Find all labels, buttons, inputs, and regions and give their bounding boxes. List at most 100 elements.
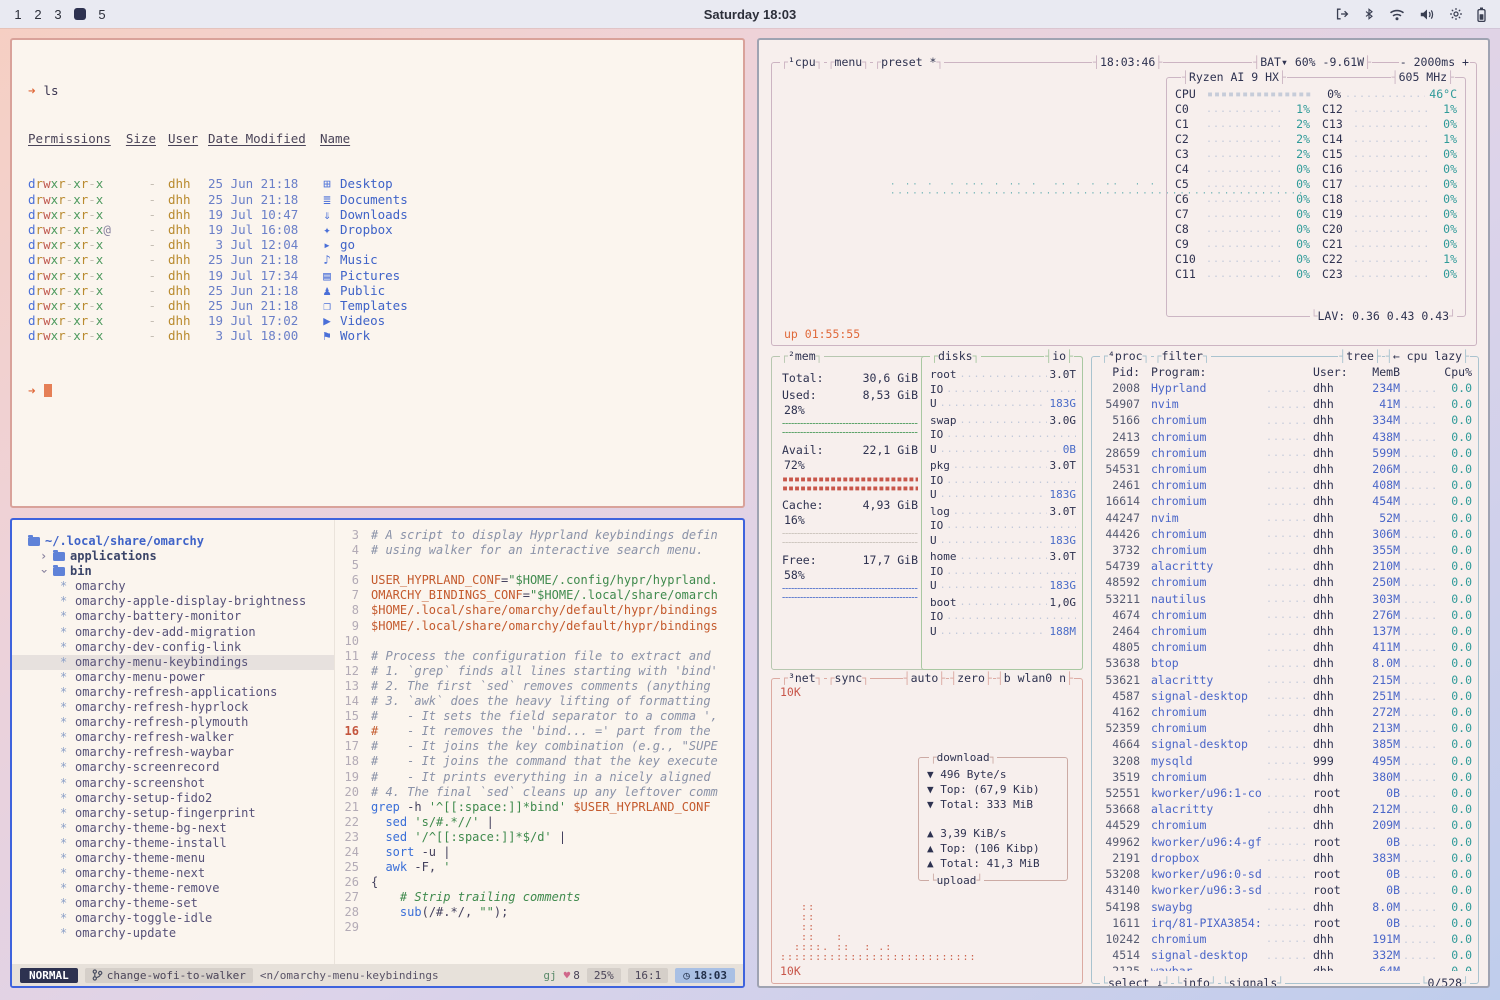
tree-file-item[interactable]: *omarchy-dev-add-migration	[12, 625, 334, 640]
process-row[interactable]: 16614chromium...........................…	[1098, 494, 1472, 510]
net-toggle-zero[interactable]: zero	[949, 671, 993, 686]
code-line[interactable]: 7OMARCHY_BINDINGS_CONF="$HOME/.local/sha…	[335, 588, 743, 603]
code-line[interactable]: 4# using walker for an interactive searc…	[335, 543, 743, 558]
code-line[interactable]: 11# Process the configuration file to ex…	[335, 649, 743, 664]
process-row[interactable]: 10242chromium...........................…	[1098, 932, 1472, 948]
process-row[interactable]: 53668alacritty..........................…	[1098, 802, 1472, 818]
code-line[interactable]: 29	[335, 920, 743, 935]
code-line[interactable]: 20# 4. The final `sed` cleans up any lef…	[335, 785, 743, 800]
process-row[interactable]: 53208kworker/u96:0-sd...................…	[1098, 867, 1472, 883]
tree-file-item[interactable]: *omarchy-setup-fido2	[12, 791, 334, 806]
process-row[interactable]: 3732chromium............................…	[1098, 543, 1472, 559]
file-name[interactable]: ✦Dropbox	[320, 222, 727, 237]
cpu-tab-0[interactable]: ¹cpu	[780, 55, 824, 70]
proc-footer-select[interactable]: select ↓	[1100, 976, 1171, 988]
code-line[interactable]: 24 sort -u |	[335, 845, 743, 860]
tree-file-item[interactable]: *omarchy-setup-fingerprint	[12, 806, 334, 821]
code-line[interactable]: 28 sub(/#.*/, "");	[335, 905, 743, 920]
process-row[interactable]: 1611irq/81-PIXA3854:....................…	[1098, 916, 1472, 932]
tree-file-item[interactable]: *omarchy-menu-keybindings	[12, 655, 334, 670]
tree-file-item[interactable]: *omarchy-refresh-walker	[12, 730, 334, 745]
process-row[interactable]: 4514signal-desktop......................…	[1098, 948, 1472, 964]
file-name[interactable]: ⇓Downloads	[320, 207, 727, 222]
process-row[interactable]: 53638btop...............................…	[1098, 656, 1472, 672]
code-line[interactable]: 5	[335, 558, 743, 573]
process-row[interactable]: 43140kworker/u96:3-sd...................…	[1098, 883, 1472, 899]
code-line[interactable]: 23 sed '/^[[:space:]]*$/d' |	[335, 830, 743, 845]
code-line[interactable]: 6USER_HYPRLAND_CONF="$HOME/.config/hypr/…	[335, 573, 743, 588]
file-name[interactable]: ⊞Desktop	[320, 176, 727, 191]
workspace-item-1[interactable]: 1	[14, 7, 22, 22]
process-row[interactable]: 4674chromium............................…	[1098, 608, 1472, 624]
process-row[interactable]: 49962kworker/u96:4-gf...................…	[1098, 835, 1472, 851]
file-name[interactable]: ⚑Work	[320, 328, 727, 343]
tree-file-item[interactable]: *omarchy-dev-config-link	[12, 640, 334, 655]
tree-file-item[interactable]: *omarchy-screenrecord	[12, 760, 334, 775]
process-row[interactable]: 54531chromium...........................…	[1098, 462, 1472, 478]
tree-folder-bin[interactable]: ›bin	[12, 564, 334, 579]
mem-tab[interactable]: ²mem	[780, 349, 824, 364]
process-row[interactable]: 53211nautilus...........................…	[1098, 592, 1472, 608]
terminal-prompt-line-2[interactable]: ➜	[28, 383, 727, 399]
settings-icon[interactable]	[1449, 7, 1463, 21]
code-line[interactable]: 26{	[335, 875, 743, 890]
tree-file-item[interactable]: *omarchy-apple-display-brightness	[12, 594, 334, 609]
tree-file-item[interactable]: *omarchy-refresh-hyprlock	[12, 700, 334, 715]
process-row[interactable]: 48592chromium...........................…	[1098, 575, 1472, 591]
code-line[interactable]: 15# - It sets the field separator to a c…	[335, 709, 743, 724]
battery-icon[interactable]	[1477, 7, 1486, 22]
code-line[interactable]: 14# 3. `awk` does the heavy lifting of f…	[335, 694, 743, 709]
process-row[interactable]: 2413chromium............................…	[1098, 430, 1472, 446]
proc-control-0[interactable]: tree	[1338, 349, 1382, 364]
process-row[interactable]: 2464chromium............................…	[1098, 624, 1472, 640]
tree-file-item[interactable]: *omarchy-theme-next	[12, 866, 334, 881]
code-line[interactable]: 16# - It removes the 'bind... =' part fr…	[335, 724, 743, 739]
code-line[interactable]: 18# - It joins the command that the key …	[335, 754, 743, 769]
net-tab-sync[interactable]: sync	[827, 671, 871, 686]
code-line[interactable]: 27 # Strip trailing comments	[335, 890, 743, 905]
tree-file-item[interactable]: *omarchy-battery-monitor	[12, 609, 334, 624]
tree-file-item[interactable]: *omarchy-theme-install	[12, 836, 334, 851]
workspace-item-3[interactable]: 3	[54, 7, 62, 22]
code-line[interactable]: 3# A script to display Hyprland keybindi…	[335, 528, 743, 543]
process-row[interactable]: 3519chromium............................…	[1098, 770, 1472, 786]
process-row[interactable]: 4664signal-desktop......................…	[1098, 737, 1472, 753]
code-line[interactable]: 25 awk -F, '	[335, 860, 743, 875]
tree-file-item[interactable]: *omarchy-refresh-applications	[12, 685, 334, 700]
tree-file-item[interactable]: *omarchy-update	[12, 926, 334, 941]
process-row[interactable]: 2008Hyprland............................…	[1098, 381, 1472, 397]
code-line[interactable]: 12# 1. `grep` finds all lines starting w…	[335, 664, 743, 679]
proc-footer-signals[interactable]: signals	[1221, 976, 1285, 988]
process-row[interactable]: 54198swaybg.............................…	[1098, 900, 1472, 916]
tree-file-item[interactable]: *omarchy-refresh-waybar	[12, 745, 334, 760]
cpu-tab-2[interactable]: preset *	[873, 55, 944, 70]
process-row[interactable]: 2125waybar..............................…	[1098, 964, 1472, 971]
code-line[interactable]: 9$HOME/.local/share/omarchy/default/hypr…	[335, 619, 743, 634]
code-line[interactable]: 8$HOME/.local/share/omarchy/default/hypr…	[335, 603, 743, 618]
process-row[interactable]: 53621alacritty..........................…	[1098, 673, 1472, 689]
tree-file-item[interactable]: *omarchy-theme-remove	[12, 881, 334, 896]
disks-title-chip[interactable]: disks	[930, 349, 981, 364]
code-editor[interactable]: 3# A script to display Hyprland keybindi…	[334, 520, 743, 964]
process-row[interactable]: 52551kworker/u96:1-co...................…	[1098, 786, 1472, 802]
process-row[interactable]: 44426chromium...........................…	[1098, 527, 1472, 543]
file-name[interactable]: ≣Documents	[320, 192, 727, 207]
code-line[interactable]: 22 sed 's/#.*//' |	[335, 815, 743, 830]
file-name[interactable]: ▸go	[320, 237, 727, 252]
tree-file-item[interactable]: *omarchy	[12, 579, 334, 594]
process-row[interactable]: 2191dropbox.............................…	[1098, 851, 1472, 867]
process-row[interactable]: 2461chromium............................…	[1098, 478, 1472, 494]
tree-root[interactable]: ~/.local/share/omarchy	[12, 534, 334, 549]
proc-control-1[interactable]: ← cpu lazy	[1385, 349, 1470, 364]
process-row[interactable]: 54907nvim...............................…	[1098, 397, 1472, 413]
disks-io-toggle[interactable]: io	[1044, 349, 1074, 364]
code-line[interactable]: 17# - It joins the key combination (e.g.…	[335, 739, 743, 754]
code-line[interactable]: 10	[335, 634, 743, 649]
wifi-icon[interactable]	[1389, 8, 1405, 21]
bluetooth-icon[interactable]	[1363, 7, 1375, 21]
proc-tab-1[interactable]: filter	[1154, 349, 1211, 364]
process-row[interactable]: 44529chromium...........................…	[1098, 818, 1472, 834]
process-row[interactable]: 54739alacritty..........................…	[1098, 559, 1472, 575]
workspace-item-4[interactable]	[74, 8, 86, 20]
tree-folder-applications[interactable]: ›applications	[12, 549, 334, 564]
